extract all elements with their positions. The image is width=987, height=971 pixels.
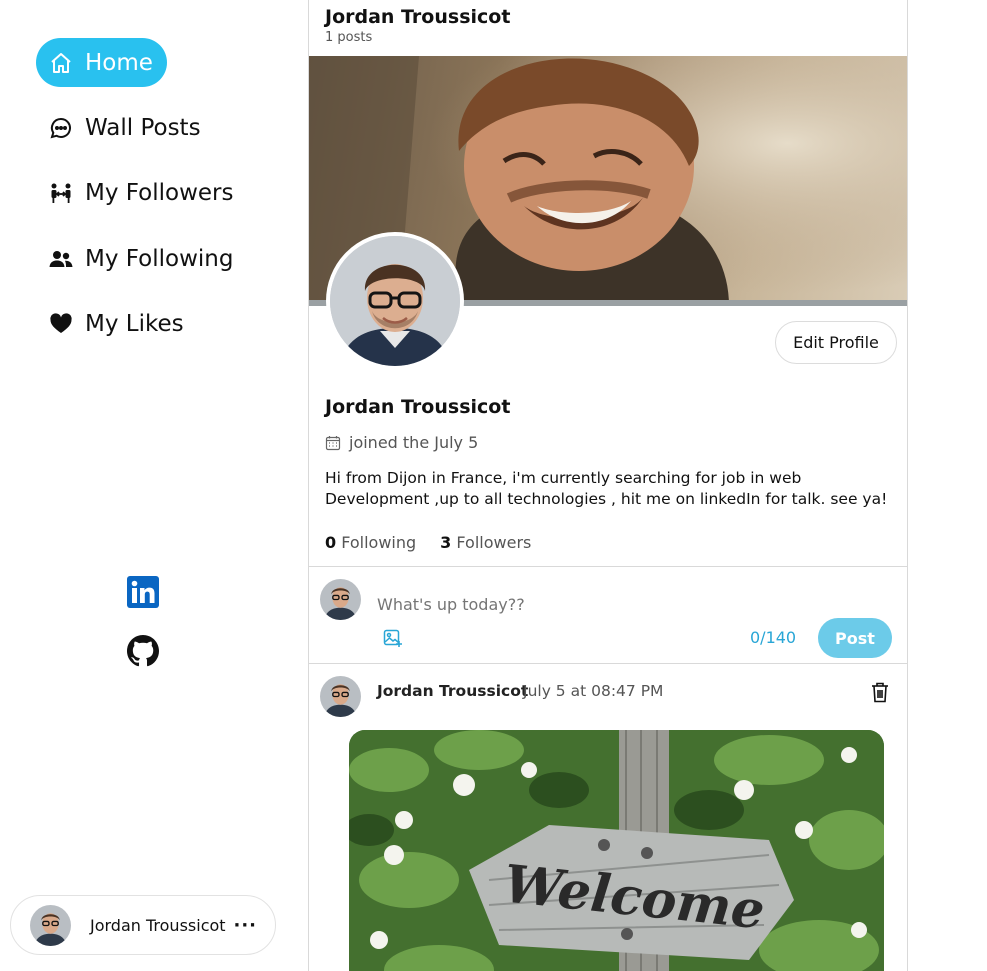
page-title: Jordan Troussicot bbox=[325, 6, 511, 28]
post-composer: 0/140 Post bbox=[309, 566, 907, 664]
user-card-name: Jordan Troussicot bbox=[90, 915, 226, 935]
profile-bio: Hi from Dijon in France, i'm currently s… bbox=[325, 469, 888, 508]
profile-column: Jordan Troussicot 1 posts Edit Profile J… bbox=[308, 0, 908, 971]
following-count: 0 bbox=[325, 533, 337, 552]
account-switcher[interactable]: Jordan Troussicot ··· bbox=[10, 895, 276, 955]
followers-label: Followers bbox=[456, 533, 532, 552]
join-date: joined the July 5 bbox=[325, 433, 478, 452]
profile-avatar bbox=[326, 232, 464, 370]
character-counter: 0/140 bbox=[750, 628, 797, 647]
linkedin-icon bbox=[127, 576, 159, 608]
sidebar-item-label: Wall Posts bbox=[85, 114, 201, 141]
post-author[interactable]: Jordan Troussicot bbox=[377, 682, 528, 700]
sidebar-item-label: My Following bbox=[85, 245, 234, 272]
sidebar-item-my-following[interactable]: My Following bbox=[36, 234, 247, 283]
followers-count: 3 bbox=[440, 533, 452, 552]
linkedin-link[interactable] bbox=[126, 575, 160, 609]
avatar bbox=[320, 676, 361, 717]
post-input[interactable] bbox=[377, 595, 757, 614]
avatar bbox=[30, 904, 71, 946]
follow-stats: 0 Following 3 Followers bbox=[325, 533, 555, 552]
following-label: Following bbox=[341, 533, 417, 552]
users-icon bbox=[49, 247, 73, 271]
profile-name: Jordan Troussicot bbox=[325, 396, 511, 418]
join-date-text: joined the July 5 bbox=[349, 433, 479, 452]
github-link[interactable] bbox=[126, 634, 160, 668]
edit-profile-button[interactable]: Edit Profile bbox=[775, 321, 897, 364]
post-count: 1 posts bbox=[325, 30, 373, 45]
sidebar-item-my-followers[interactable]: My Followers bbox=[36, 168, 248, 217]
following-stat[interactable]: 0 Following bbox=[325, 533, 416, 552]
sidebar-item-label: My Likes bbox=[85, 310, 184, 337]
sidebar-item-label: My Followers bbox=[85, 179, 234, 206]
profile-header: Jordan Troussicot 1 posts bbox=[309, 0, 907, 56]
sidebar-item-label: Home bbox=[85, 49, 153, 76]
sidebar: Home Wall Posts My Followers My Followin… bbox=[0, 0, 308, 971]
heart-icon bbox=[49, 312, 73, 336]
add-image-icon[interactable] bbox=[383, 628, 403, 648]
avatar bbox=[320, 579, 361, 620]
post-button[interactable]: Post bbox=[818, 618, 892, 658]
github-icon bbox=[127, 635, 159, 667]
post-date: July 5 at 08:47 PM bbox=[523, 682, 664, 700]
calendar-icon bbox=[325, 435, 341, 451]
followers-icon bbox=[49, 181, 73, 205]
sidebar-item-home[interactable]: Home bbox=[36, 38, 167, 87]
sidebar-item-wall-posts[interactable]: Wall Posts bbox=[36, 103, 215, 152]
home-icon bbox=[49, 51, 73, 75]
chat-bubble-icon bbox=[49, 116, 73, 140]
post-image[interactable]: Welcome bbox=[349, 730, 884, 971]
delete-post-icon[interactable] bbox=[870, 681, 890, 703]
sidebar-item-my-likes[interactable]: My Likes bbox=[36, 299, 198, 348]
more-icon[interactable]: ··· bbox=[233, 915, 257, 936]
followers-stat[interactable]: 3 Followers bbox=[440, 533, 531, 552]
post-item: Jordan Troussicot July 5 at 08:47 PM Wel… bbox=[309, 664, 907, 971]
